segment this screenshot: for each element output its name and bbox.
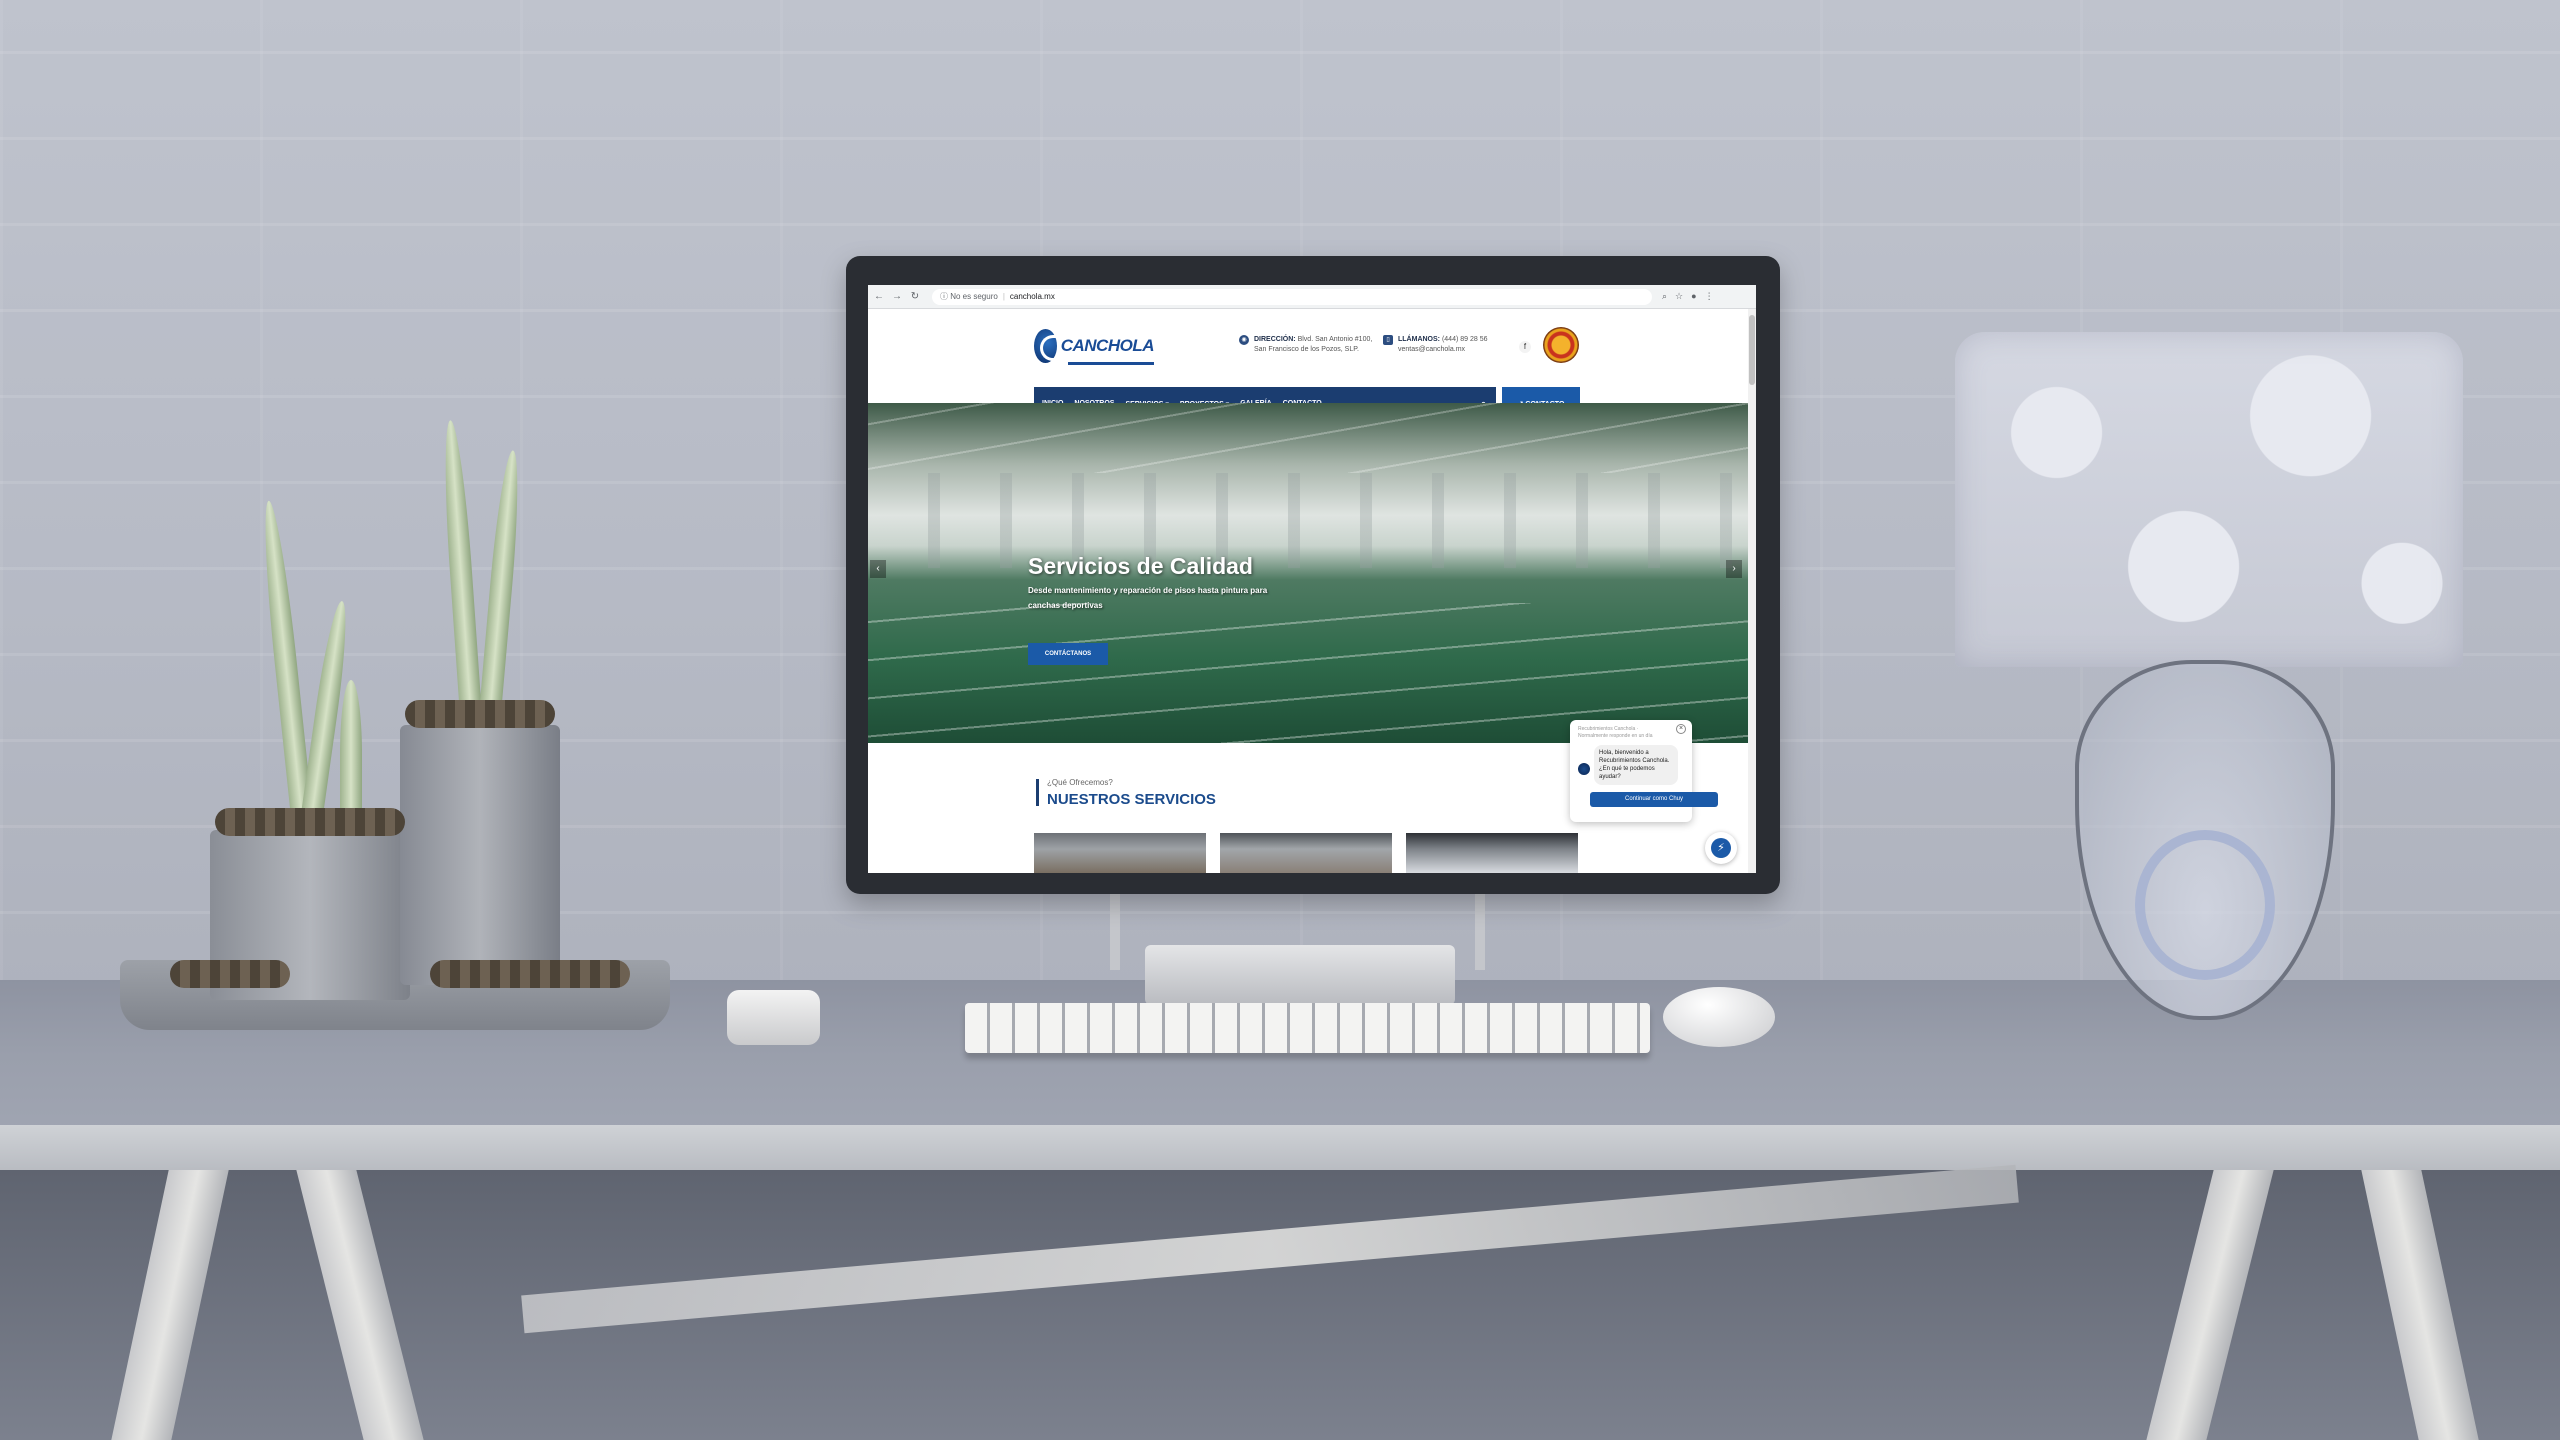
lamp-shade bbox=[1955, 332, 2463, 667]
info-icon[interactable]: ⓘ bbox=[940, 291, 950, 302]
facebook-icon[interactable]: f bbox=[1519, 341, 1531, 353]
site-logo[interactable]: CANCHOLA bbox=[1034, 327, 1155, 365]
hero-ceiling-lights bbox=[868, 403, 1748, 473]
service-card-image[interactable] bbox=[1220, 833, 1392, 873]
chat-avatar bbox=[1578, 763, 1590, 775]
keyboard bbox=[965, 1003, 1650, 1053]
address-separator: | bbox=[1002, 292, 1005, 301]
pine-cones bbox=[430, 960, 630, 988]
address-bar[interactable]: ⓘ No es seguro | canchola.mx bbox=[932, 288, 1652, 305]
chat-continue-button[interactable]: Continuar como Chuy bbox=[1590, 792, 1718, 807]
messenger-chat-popup: Recubrimientos Canchola · Normalmente re… bbox=[1570, 720, 1718, 822]
service-card-image[interactable] bbox=[1406, 833, 1578, 873]
slider-prev-icon[interactable]: ‹ bbox=[870, 560, 886, 578]
desk-puck bbox=[727, 990, 820, 1045]
pine-cones bbox=[405, 700, 555, 728]
chat-message: Hola, bienvenido a Recubrimientos Cancho… bbox=[1594, 745, 1678, 785]
url-text: canchola.mx bbox=[1009, 292, 1055, 301]
hero-subtitle: Desde mantenimiento y reparación de piso… bbox=[1028, 586, 1268, 610]
location-icon: ◉ bbox=[1239, 335, 1249, 345]
address-text: Blvd. San Antonio #100, bbox=[1297, 336, 1373, 343]
address-label: DIRECCIÓN: bbox=[1254, 336, 1296, 343]
back-icon[interactable]: ← bbox=[872, 291, 886, 302]
site-header: CANCHOLA ◉ DIRECCIÓN: Blvd. San Antonio … bbox=[868, 309, 1748, 387]
page-scrollbar[interactable] bbox=[1748, 309, 1756, 873]
forward-icon[interactable]: → bbox=[890, 291, 904, 302]
phone-icon: ▯ bbox=[1383, 335, 1393, 345]
desk-edge bbox=[0, 1125, 2560, 1170]
pine-cones bbox=[170, 960, 290, 988]
service-card-image[interactable] bbox=[1034, 833, 1206, 873]
monitor-stand-base bbox=[1145, 945, 1455, 1005]
plant-pot bbox=[400, 725, 560, 985]
browser-tools: ⌕ ☆ ● ⋮ bbox=[1662, 291, 1714, 302]
chat-header: Recubrimientos Canchola · Normalmente re… bbox=[1578, 726, 1653, 739]
certification-badge bbox=[1543, 327, 1579, 363]
logo-underline bbox=[1068, 362, 1154, 365]
browser-toolbar: ← → ↻ ⓘ No es seguro | canchola.mx ⌕ ☆ ●… bbox=[868, 285, 1756, 309]
scrollbar-thumb[interactable] bbox=[1749, 315, 1755, 385]
lamp-cable bbox=[2135, 830, 2275, 980]
zoom-icon[interactable]: ⌕ bbox=[1662, 291, 1667, 302]
bookmark-star-icon[interactable]: ☆ bbox=[1675, 291, 1683, 302]
mouse bbox=[1663, 987, 1775, 1047]
section-accent-bar bbox=[1036, 779, 1039, 806]
address-text-2: San Francisco de los Pozos, SLP. bbox=[1254, 346, 1359, 353]
phone-label: LLÁMANOS: bbox=[1398, 336, 1440, 343]
email-text[interactable]: ventas@canchola.mx bbox=[1398, 346, 1465, 353]
logo-text: CANCHOLA bbox=[1060, 336, 1155, 355]
services-title: NUESTROS SERVICIOS bbox=[1047, 791, 1216, 808]
pine-cones bbox=[215, 808, 405, 836]
extension-icon[interactable]: ● bbox=[1691, 291, 1696, 302]
monitor-screen: ← → ↻ ⓘ No es seguro | canchola.mx ⌕ ☆ ●… bbox=[868, 285, 1756, 873]
hero-title: Servicios de Calidad bbox=[1028, 553, 1253, 579]
messenger-icon: ⚡ bbox=[1711, 838, 1731, 858]
logo-emblem bbox=[1034, 329, 1057, 363]
close-icon[interactable]: × bbox=[1676, 724, 1686, 734]
services-kicker: ¿Qué Ofrecemos? bbox=[1047, 778, 1113, 787]
hero-columns bbox=[868, 473, 1748, 568]
reload-icon[interactable]: ↻ bbox=[908, 291, 922, 302]
slider-next-icon[interactable]: › bbox=[1726, 560, 1742, 578]
messenger-button[interactable]: ⚡ bbox=[1705, 832, 1737, 864]
hero-slider: Servicios de Calidad Desde mantenimiento… bbox=[868, 403, 1748, 743]
contact-info: ▯ LLÁMANOS: (444) 89 28 56 ventas@cancho… bbox=[1383, 335, 1488, 355]
phone-text[interactable]: (444) 89 28 56 bbox=[1442, 336, 1488, 343]
hero-cta-button[interactable]: CONTÁCTANOS bbox=[1028, 643, 1108, 665]
menu-dots-icon[interactable]: ⋮ bbox=[1705, 291, 1714, 302]
security-label: No es seguro bbox=[950, 292, 998, 301]
address-info: ◉ DIRECCIÓN: Blvd. San Antonio #100, San… bbox=[1239, 335, 1372, 355]
